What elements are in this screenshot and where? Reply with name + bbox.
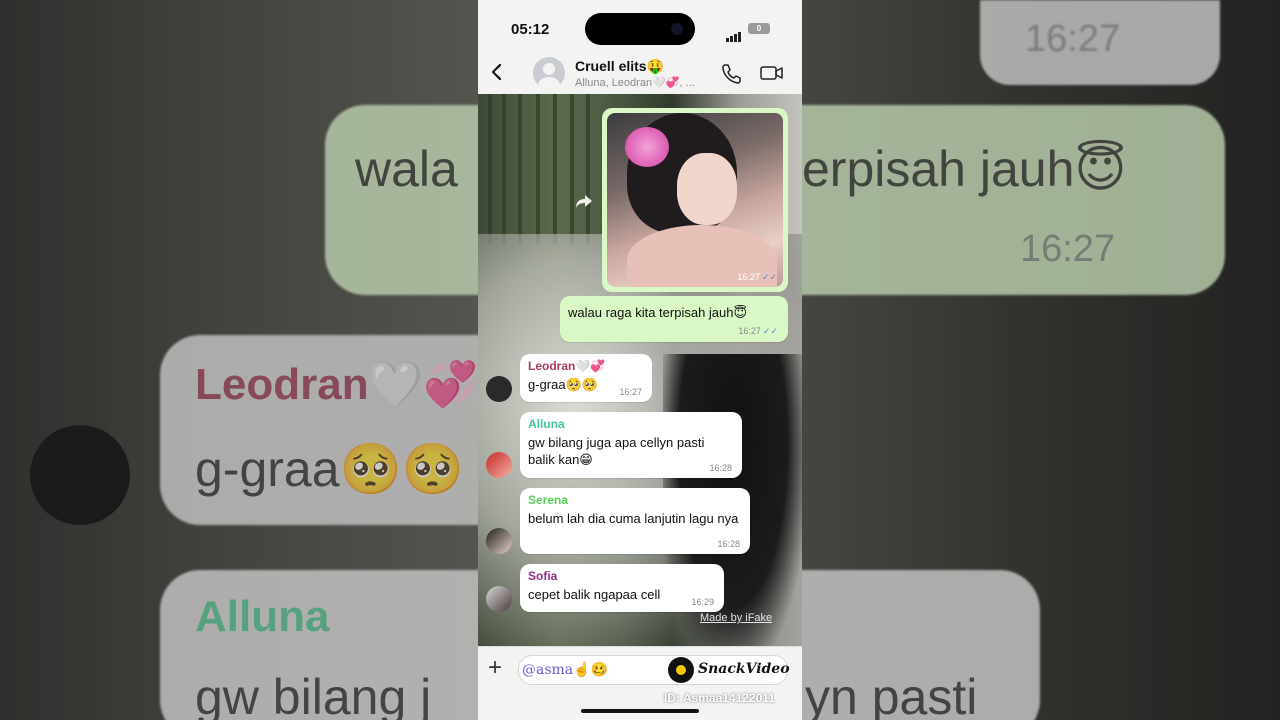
- message-input-value: @asma☝🥴: [522, 662, 609, 678]
- forward-icon[interactable]: [574, 192, 594, 210]
- message-text: gw bilang juga apa cellyn pasti balik ka…: [528, 435, 705, 467]
- status-time: 05:12: [511, 21, 550, 38]
- snackvideo-disc-icon: [668, 657, 694, 683]
- message-text: g-graa🥺🥺: [528, 377, 598, 392]
- incoming-message[interactable]: Leodran🤍💞 g-graa🥺🥺 16:27: [520, 354, 652, 402]
- incoming-message[interactable]: Alluna gw bilang juga apa cellyn pasti b…: [520, 412, 742, 478]
- avatar-leodran[interactable]: [486, 376, 512, 402]
- user-id-overlay: ID: Asmaa14122011: [664, 691, 775, 705]
- back-chevron-icon[interactable]: [486, 61, 508, 83]
- snackvideo-logo: SnackVideo: [668, 657, 792, 683]
- message-time: 16:29: [691, 597, 714, 607]
- chat-header[interactable]: Cruell elits🤑 Alluna, Leodran🤍💞, ...: [478, 52, 802, 95]
- composer-bar: + @asma☝🥴 SnackVideo ID: Asmaa14122011: [478, 646, 802, 720]
- incoming-message[interactable]: Sofia cepet balik ngapaa cell 16:29: [520, 564, 724, 612]
- message-photo[interactable]: 16:27 ✓✓: [607, 113, 783, 287]
- avatar-sofia[interactable]: [486, 586, 512, 612]
- plus-icon[interactable]: +: [488, 656, 502, 680]
- sender-name: Leodran🤍💞: [528, 359, 606, 373]
- phone-screen: 05:12 0 Cruell elits🤑 Alluna, Leodran🤍💞,…: [478, 0, 802, 720]
- avatar-alluna[interactable]: [486, 452, 512, 478]
- home-indicator[interactable]: [581, 709, 699, 713]
- image-time: 16:27 ✓✓: [737, 272, 777, 282]
- video-call-icon[interactable]: [760, 64, 784, 82]
- snackvideo-brand: SnackVideo: [698, 661, 790, 677]
- phone-call-icon[interactable]: [720, 62, 742, 84]
- message-text: cepet balik ngapaa cell: [528, 587, 661, 602]
- message-time: 16:28: [709, 463, 732, 473]
- dynamic-island: [585, 13, 695, 45]
- message-time: 16:27 ✓✓: [738, 326, 778, 336]
- group-title[interactable]: Cruell elits🤑: [575, 58, 664, 75]
- group-members: Alluna, Leodran🤍💞, ...: [575, 77, 695, 89]
- message-text: walau raga kita terpisah jauh😇: [568, 305, 748, 320]
- status-bar: 05:12 0: [478, 0, 802, 52]
- battery-icon: 0: [748, 23, 770, 34]
- message-time: 16:27: [619, 387, 642, 397]
- ifake-watermark: Made by iFake: [700, 612, 773, 624]
- group-avatar[interactable]: [533, 57, 565, 89]
- sender-name: Alluna: [528, 417, 565, 431]
- image-message[interactable]: 16:27 ✓✓: [602, 108, 788, 292]
- chat-area[interactable]: 16:27 ✓✓ walau raga kita terpisah jauh😇 1…: [478, 94, 802, 646]
- camera-dot: [671, 23, 683, 35]
- incoming-message[interactable]: Serena belum lah dia cuma lanjutin lagu …: [520, 488, 750, 554]
- sender-name: Serena: [528, 493, 569, 507]
- sender-name: Sofia: [528, 569, 558, 583]
- outgoing-message[interactable]: walau raga kita terpisah jauh😇 16:27 ✓✓: [560, 296, 788, 342]
- flower-decoration: [625, 127, 669, 167]
- message-text: belum lah dia cuma lanjutin lagu nya: [528, 511, 739, 526]
- signal-icon: [726, 24, 742, 42]
- avatar-serena[interactable]: [486, 528, 512, 554]
- person-placeholder-icon: [538, 63, 560, 89]
- message-time: 16:28: [717, 539, 740, 549]
